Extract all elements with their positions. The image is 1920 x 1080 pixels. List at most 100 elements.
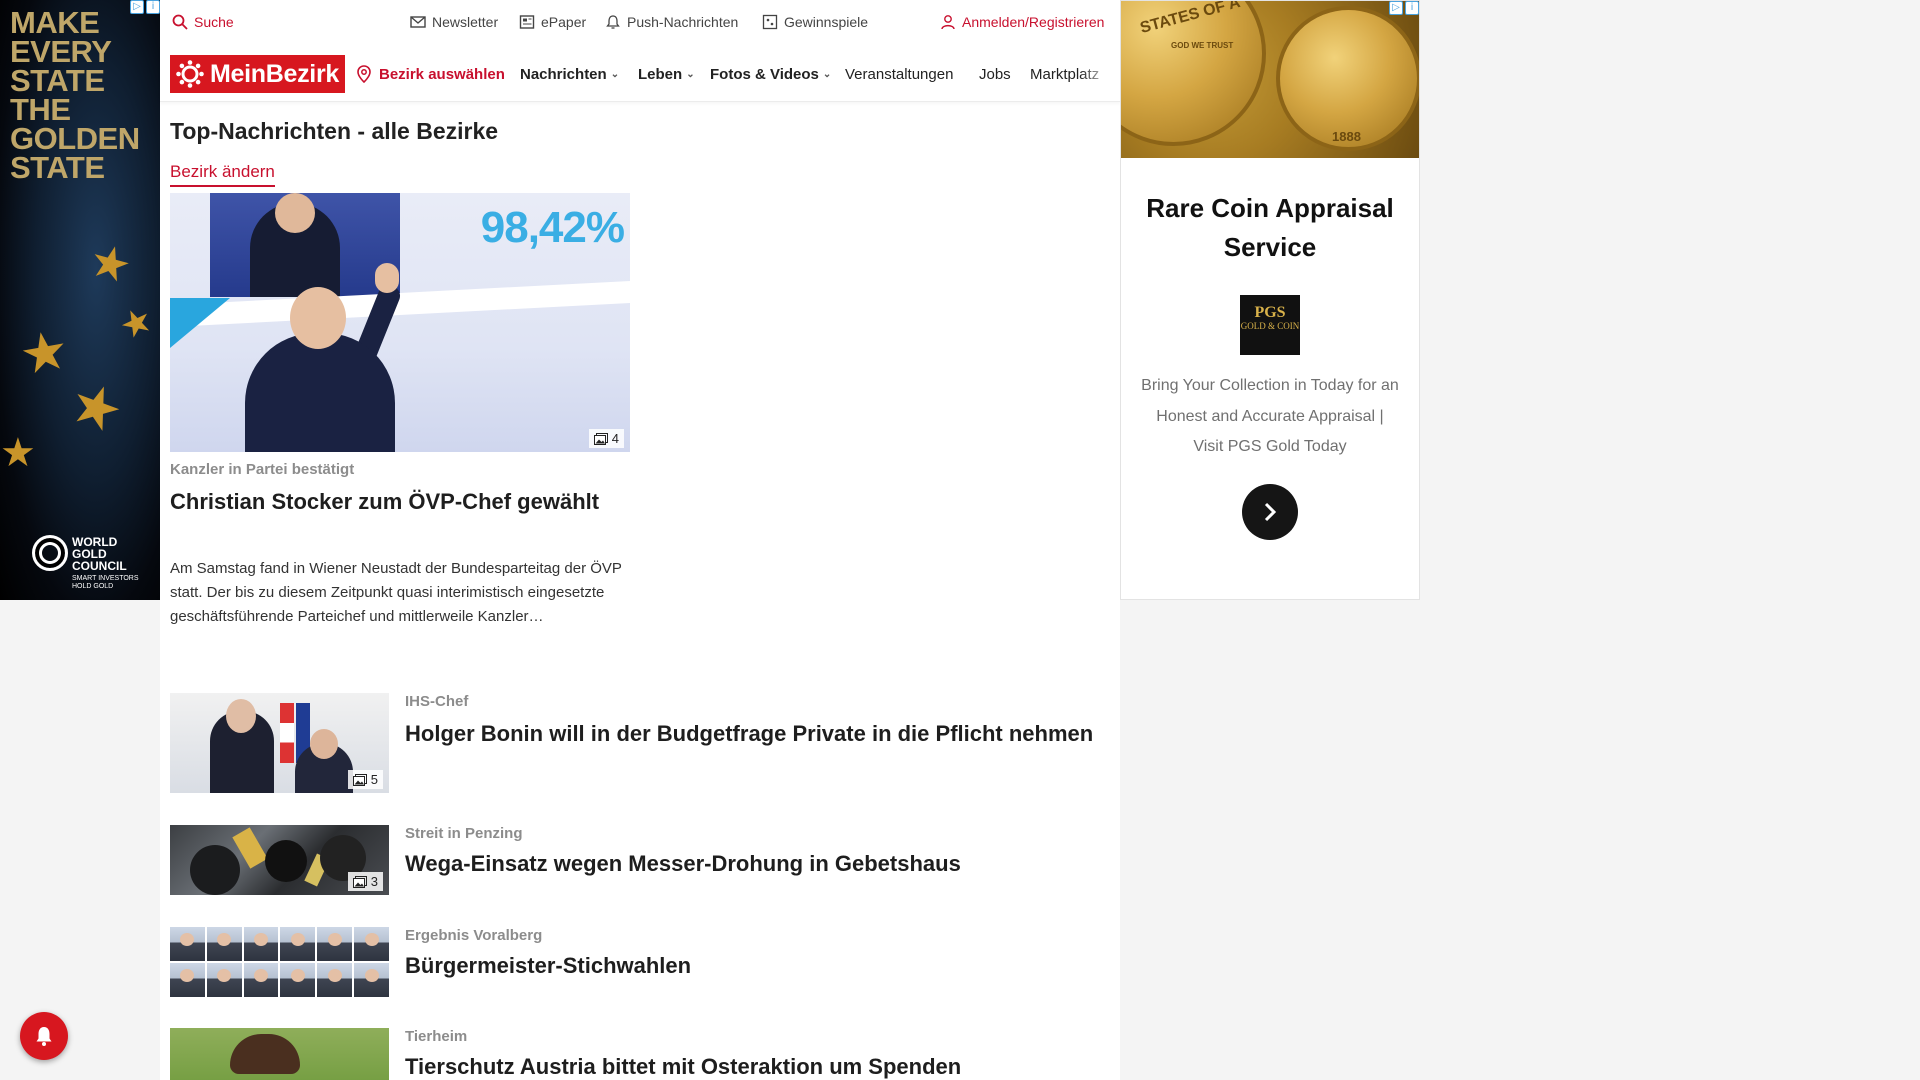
image-portrait <box>170 963 205 997</box>
image-portrait <box>354 927 389 961</box>
gallery-icon <box>593 432 608 445</box>
lead-headline[interactable]: Christian Stocker zum ÖVP-Chef gewählt <box>170 486 600 517</box>
search-label: Suche <box>194 14 234 30</box>
ad-badge[interactable]: ▷ i <box>130 0 160 14</box>
chevron-down-icon: ⌄ <box>610 69 620 80</box>
list-item[interactable]: 5 IHS-Chef Holger Bonin will in der Budg… <box>170 693 1110 793</box>
nav-label: Fotos & Videos <box>710 66 819 83</box>
search-link[interactable]: Suche <box>172 14 234 30</box>
adchoices-icon[interactable]: ▷ <box>130 0 144 14</box>
ad-title[interactable]: Rare Coin Appraisal Service <box>1141 189 1399 267</box>
image-figure <box>265 840 307 882</box>
left-skyscraper-ad[interactable]: ★ ★ ★ ★ ★ MAKE EVERY STATE THE GOLDEN ST… <box>0 0 160 600</box>
epaper-link[interactable]: ePaper <box>519 14 586 30</box>
utility-bar: Suche Newsletter ePaper Push-Nachrichten… <box>160 0 1120 46</box>
image-figure <box>310 729 338 759</box>
chevron-down-icon: ⌄ <box>822 69 832 80</box>
nav-overflow-fade <box>1080 46 1120 101</box>
image-portrait <box>243 963 279 997</box>
article-headline[interactable]: Tierschutz Austria bittet mit Osteraktio… <box>405 1052 1095 1080</box>
info-icon[interactable]: i <box>146 0 160 14</box>
article-thumbnail[interactable]: 5 <box>170 693 389 793</box>
bell-icon <box>36 1027 52 1046</box>
login-link[interactable]: Anmelden/Registrieren <box>940 14 1104 30</box>
nav-jobs[interactable]: Jobs <box>979 66 1011 83</box>
article-thumbnail[interactable] <box>170 1028 389 1080</box>
image-count-badge: 4 <box>588 429 624 448</box>
world-gold-council-logo <box>32 535 68 571</box>
article-kicker: Streit in Penzing <box>405 825 523 842</box>
nav-veranstaltungen[interactable]: Veranstaltungen <box>845 66 953 83</box>
chevron-right-icon <box>1264 502 1277 522</box>
ad-brand: WORLD GOLD COUNCIL <box>72 535 127 573</box>
image-figure <box>245 333 395 452</box>
list-item[interactable]: Tierheim Tierschutz Austria bittet mit O… <box>170 1028 1110 1080</box>
login-label: Anmelden/Registrieren <box>962 14 1105 30</box>
gewinnspiele-label: Gewinnspiele <box>784 14 869 30</box>
ad-cta-button[interactable] <box>1242 484 1298 540</box>
image-portrait <box>354 963 389 997</box>
gallery-icon <box>352 875 367 888</box>
notification-bell-button[interactable] <box>20 1012 68 1060</box>
right-rectangle-ad[interactable]: STATES OF A GOD WE TRUST 1888 ▷ i Rare C… <box>1120 0 1420 600</box>
nav-label: Jobs <box>979 66 1011 83</box>
change-district-link[interactable]: Bezirk ändern <box>170 162 275 187</box>
star-decoration: ★ <box>15 319 74 387</box>
nav-label: Nachrichten <box>520 66 607 83</box>
image-dog <box>230 1034 300 1074</box>
bell-icon <box>606 15 620 29</box>
nav-leben[interactable]: Leben ⌄ <box>638 66 695 83</box>
list-item[interactable]: 3 Streit in Penzing Wega-Einsatz wegen M… <box>170 825 1110 895</box>
meinbezirk-logo[interactable]: MeinBezirk <box>170 55 345 93</box>
article-thumbnail[interactable]: 3 <box>170 825 389 895</box>
chevron-down-icon: ⌄ <box>686 69 695 80</box>
star-decoration: ★ <box>83 232 138 294</box>
pgs-logo-text: PGS <box>1254 304 1286 321</box>
article-kicker: Tierheim <box>405 1028 468 1045</box>
lead-kicker: Kanzler in Partei bestätigt <box>170 461 355 478</box>
list-item[interactable]: Ergebnis Voralberg Bürgermeister-Stichwa… <box>170 927 1110 997</box>
main-column: Suche Newsletter ePaper Push-Nachrichten… <box>160 0 1120 1080</box>
main-navigation: MeinBezirk Bezirk auswählen Nachrichten … <box>160 46 1120 102</box>
nav-fotos-videos[interactable]: Fotos & Videos ⌄ <box>710 66 831 83</box>
image-figure <box>275 193 315 233</box>
prize-icon <box>762 14 778 30</box>
newspaper-icon <box>519 15 535 29</box>
image-count-badge: 5 <box>347 770 383 789</box>
article-thumbnail[interactable] <box>170 927 389 997</box>
pgs-logo-subtext: GOLD & COIN <box>1240 321 1300 331</box>
mail-icon <box>410 16 426 28</box>
adchoices-icon[interactable]: ▷ <box>1389 1 1403 15</box>
image-figure <box>226 699 256 733</box>
image-accent <box>170 298 230 348</box>
ad-badge[interactable]: ▷ i <box>1389 1 1419 15</box>
nav-label: Leben <box>638 66 683 83</box>
ad-tagline: SMART INVESTORS HOLD GOLD <box>72 575 139 590</box>
star-decoration: ★ <box>60 368 132 447</box>
image-portrait <box>243 927 279 961</box>
article-headline[interactable]: Wega-Einsatz wegen Messer-Drohung in Geb… <box>405 849 1095 879</box>
lead-teaser: Am Samstag fand in Wiener Neustadt der B… <box>170 560 622 625</box>
gewinnspiele-link[interactable]: Gewinnspiele <box>762 14 868 30</box>
search-icon <box>172 14 188 30</box>
image-figure <box>190 845 240 895</box>
page-title: Top-Nachrichten - alle Bezirke <box>170 118 499 144</box>
lead-article-image[interactable]: 98,42% 4 <box>170 193 630 452</box>
nav-nachrichten[interactable]: Nachrichten ⌄ <box>520 66 619 83</box>
article-headline[interactable]: Bürgermeister-Stichwahlen <box>405 951 1095 981</box>
epaper-label: ePaper <box>541 14 587 30</box>
image-count: 5 <box>370 772 378 787</box>
image-figure <box>375 263 399 293</box>
newsletter-label: Newsletter <box>432 14 499 30</box>
image-count: 4 <box>611 431 619 446</box>
article-headline[interactable]: Holger Bonin will in der Budgetfrage Pri… <box>405 719 1095 749</box>
district-selector[interactable]: Bezirk auswählen <box>357 65 505 83</box>
coin-year: 1888 <box>1332 129 1361 144</box>
gallery-icon <box>352 773 367 786</box>
image-flag <box>280 703 294 763</box>
newsletter-link[interactable]: Newsletter <box>410 14 498 30</box>
push-notifications-link[interactable]: Push-Nachrichten <box>605 14 738 30</box>
image-portrait <box>317 927 353 961</box>
info-icon[interactable]: i <box>1405 1 1419 15</box>
image-count-badge: 3 <box>347 872 383 891</box>
